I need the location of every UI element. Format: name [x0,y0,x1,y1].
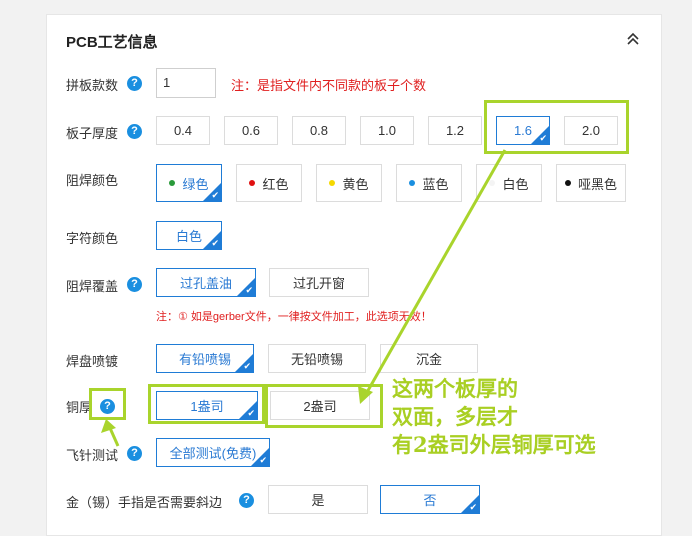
annotation-line: 双面，多层才 [392,404,518,429]
annotation-text: 这两个板厚的 双面，多层才 有2盎司外层铜厚可选 [392,375,596,459]
annotation-line: 这两个板厚的 [392,376,518,401]
annotation-line: 有2盎司外层铜厚可选 [392,432,596,457]
